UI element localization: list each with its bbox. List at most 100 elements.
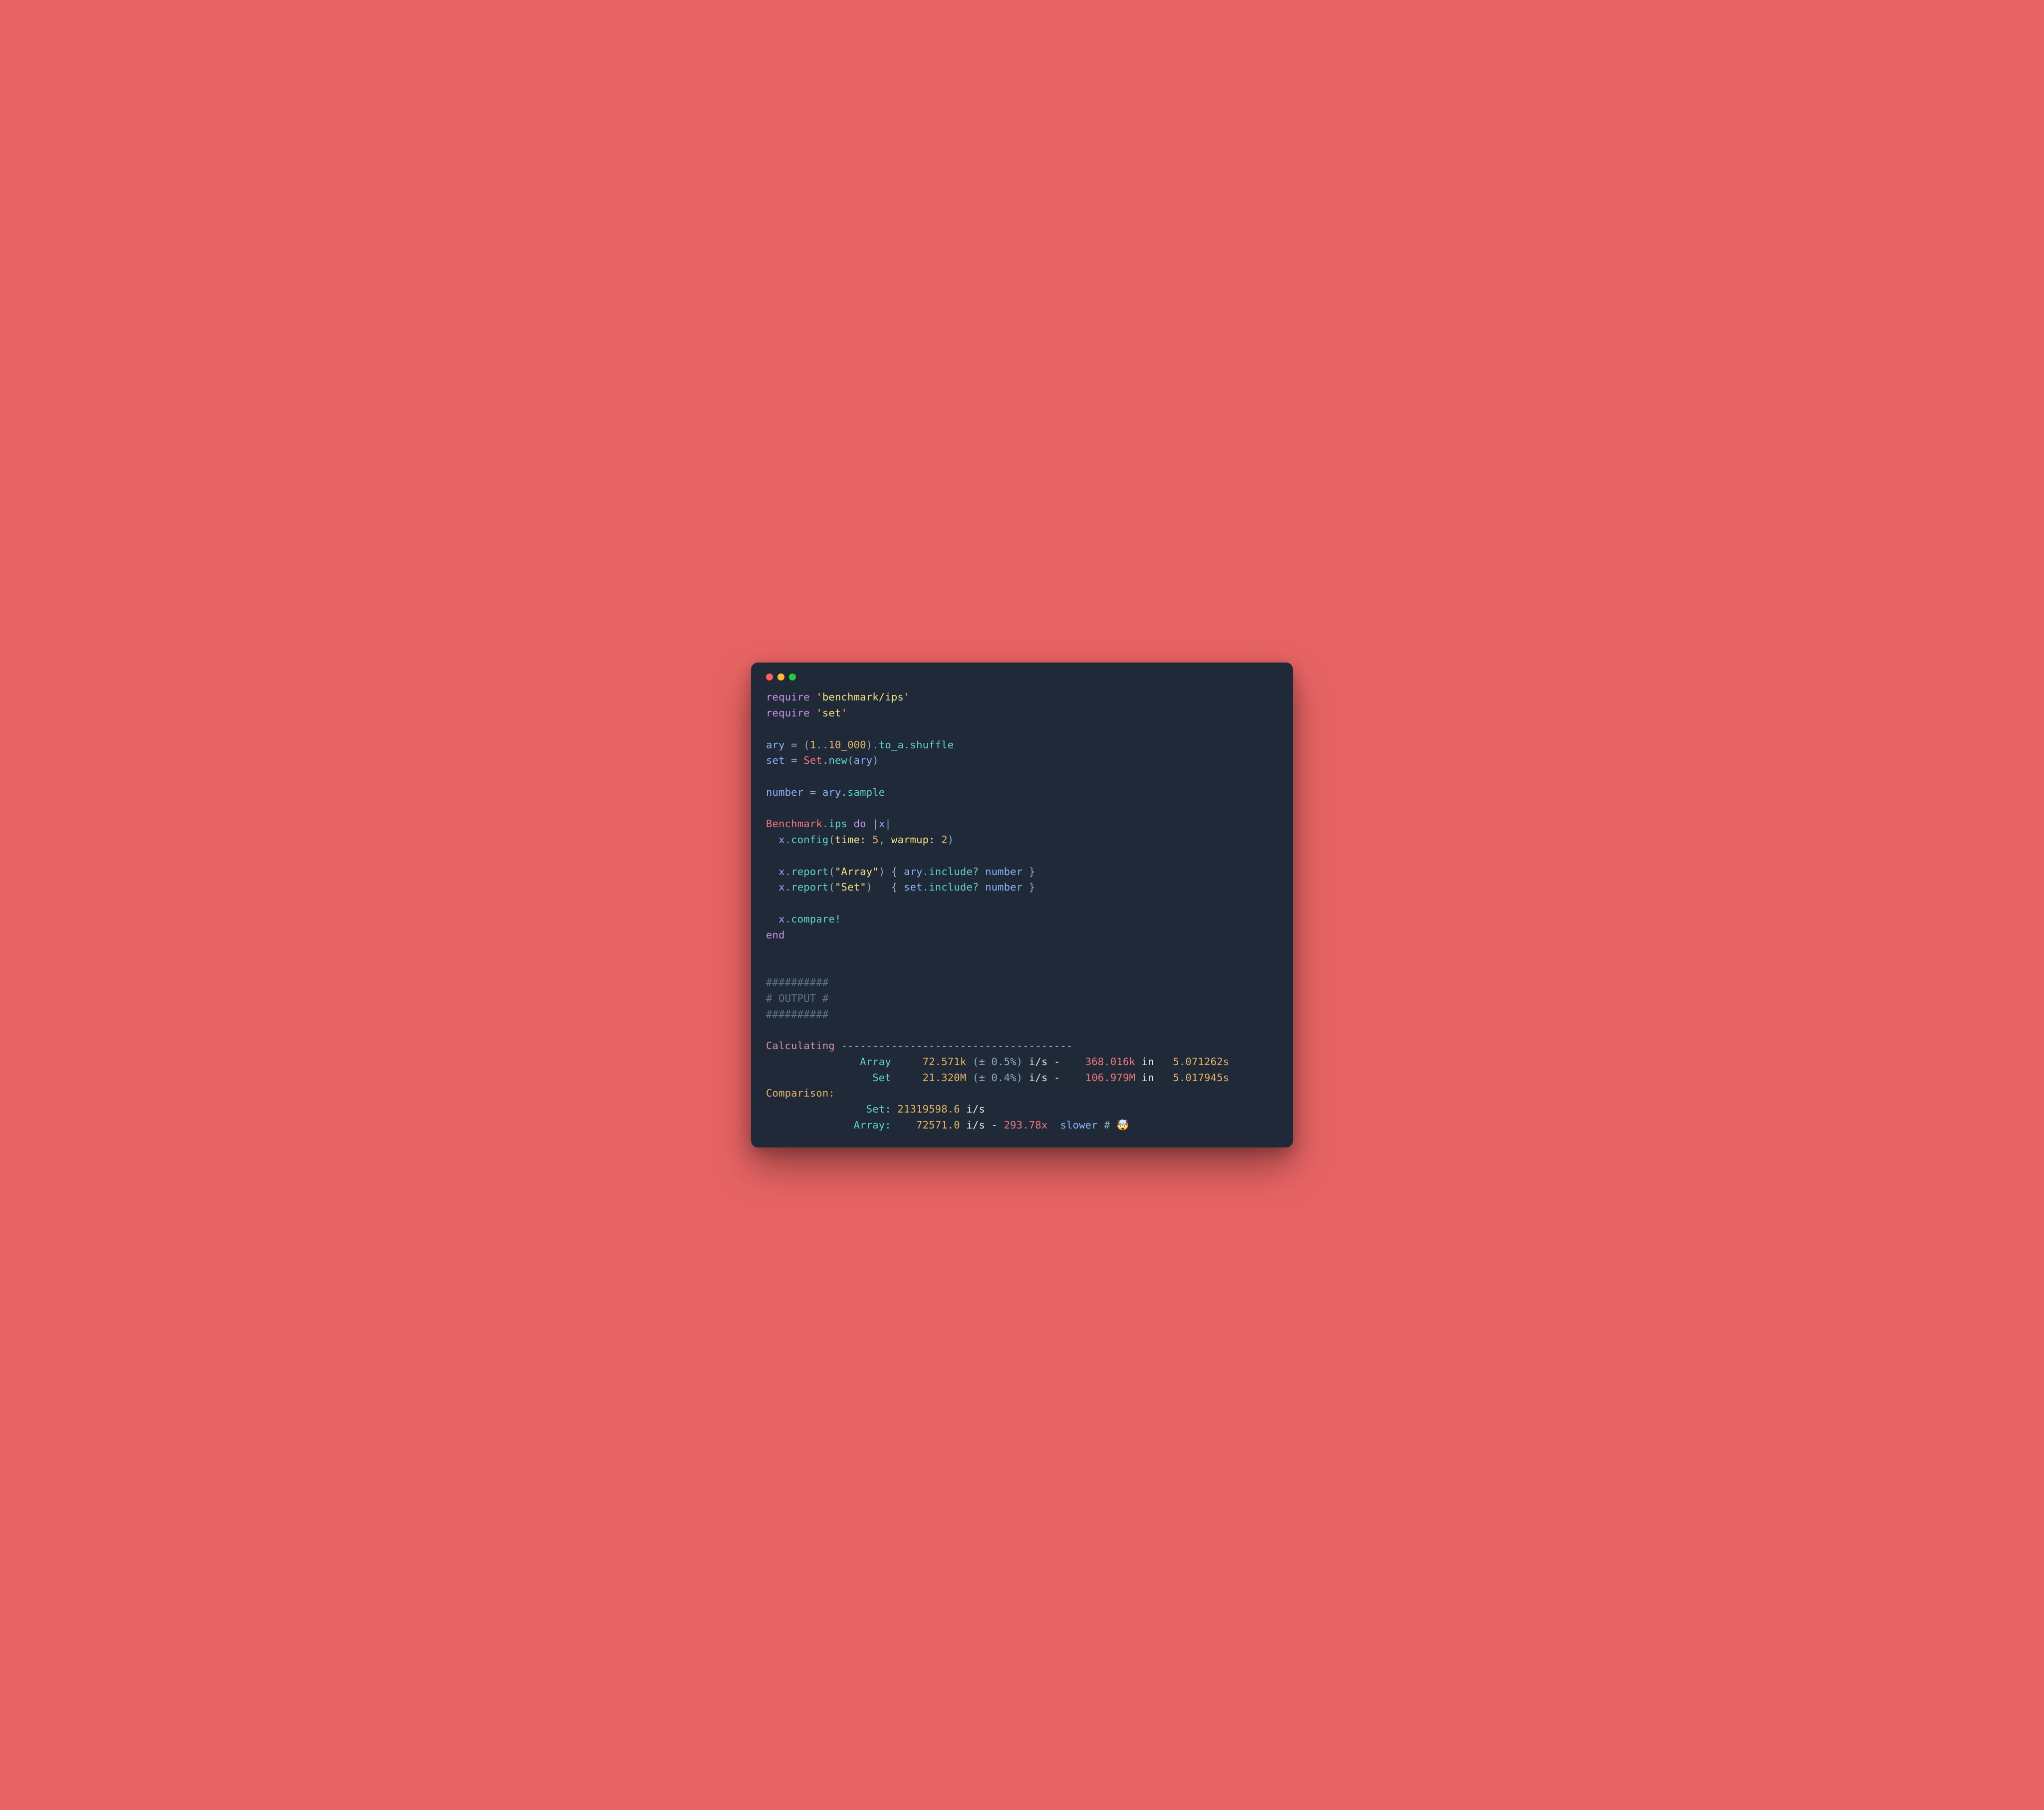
output-dashes: ------------------------------------- — [835, 1040, 1073, 1052]
dot: . — [841, 786, 848, 798]
output-hash: # — [1104, 1119, 1116, 1131]
string-delim: ' — [904, 691, 910, 703]
dot: . — [785, 834, 791, 846]
method-name: config — [791, 834, 828, 846]
dot: . — [872, 739, 879, 751]
output-unit: i/s - — [1022, 1056, 1060, 1068]
output-in: in — [1135, 1072, 1154, 1084]
paren-close: ) — [948, 834, 954, 846]
output-name: Array — [860, 1056, 891, 1068]
method-name: shuffle — [910, 739, 954, 751]
output-comparison-array: Array: 72571.0 i/s - 293.78x slower # 🤯 — [766, 1119, 1129, 1131]
output-comparison-set: Set: 21319598.6 i/s — [766, 1103, 985, 1115]
dot: . — [785, 881, 791, 893]
variable: x — [778, 834, 785, 846]
brace-open: { — [891, 866, 898, 878]
keyword-do: do — [854, 818, 866, 830]
method-name: new — [828, 754, 847, 766]
code-window: require 'benchmark/ips' require 'set' ar… — [751, 663, 1293, 1147]
output-rate: 72571.0 — [916, 1119, 960, 1131]
variable: x — [778, 913, 785, 925]
comment-line: ########## — [766, 1008, 828, 1020]
variable: number — [985, 866, 1022, 878]
output-iterations: 368.016k — [1085, 1056, 1135, 1068]
method-name: to_a — [879, 739, 904, 751]
variable: x — [778, 881, 785, 893]
block-pipe: | — [885, 818, 891, 830]
paren-open: ( — [828, 866, 835, 878]
code-line-7: x.config(time: 5, warmup: 2) — [766, 834, 954, 846]
comment-line: ########## — [766, 976, 828, 988]
brace-close: } — [1029, 866, 1035, 878]
method-name: compare! — [791, 913, 841, 925]
output-name: Array: — [854, 1119, 891, 1131]
output-rate: 72.571k — [923, 1056, 967, 1068]
comma: , — [879, 834, 885, 846]
comment-line: # OUTPUT # — [766, 992, 828, 1004]
code-block: require 'benchmark/ips' require 'set' ar… — [766, 689, 1278, 1133]
window-titlebar — [766, 674, 1278, 680]
output-rate: 21.320M — [923, 1072, 967, 1084]
brace-close: } — [1029, 881, 1035, 893]
code-line-2: require 'set' — [766, 707, 847, 719]
variable: number — [985, 881, 1022, 893]
output-name: Set — [872, 1072, 891, 1084]
block-pipe: | — [872, 818, 879, 830]
string-literal: set — [822, 707, 841, 719]
variable: ary — [822, 786, 841, 798]
code-line-11: end — [766, 929, 785, 941]
string-delim: ' — [816, 691, 822, 703]
output-slower: slower — [1047, 1119, 1104, 1131]
output-rate: 21319598.6 — [897, 1103, 960, 1115]
operator-equals: = — [810, 786, 816, 798]
paren-open: ( — [828, 881, 835, 893]
traffic-light-minimize-icon[interactable] — [777, 674, 784, 680]
code-line-10: x.compare! — [766, 913, 841, 925]
output-stddev: (± 0.4%) — [973, 1072, 1022, 1084]
code-line-8: x.report("Array") { ary.include? number … — [766, 866, 1035, 878]
string-literal: benchmark/ips — [822, 691, 904, 703]
traffic-light-close-icon[interactable] — [766, 674, 773, 680]
variable: ary — [854, 754, 873, 766]
paren-close: ) — [866, 739, 873, 751]
method-name: sample — [847, 786, 885, 798]
number-literal: 2 — [941, 834, 948, 846]
method-name: ips — [828, 818, 847, 830]
range-dots: .. — [816, 739, 828, 751]
output-row-array: Array 72.571k (± 0.5%) i/s - 368.016k in… — [766, 1056, 1229, 1068]
output-unit: i/s - — [1022, 1072, 1060, 1084]
method-name: report — [791, 866, 828, 878]
constant: Benchmark — [766, 818, 822, 830]
keyword-end: end — [766, 929, 785, 941]
brace-open: { — [891, 881, 898, 893]
variable: x — [879, 818, 885, 830]
output-iterations: 106.979M — [1085, 1072, 1135, 1084]
symbol: time: — [835, 834, 866, 846]
string-delim: " — [872, 866, 879, 878]
traffic-light-zoom-icon[interactable] — [789, 674, 796, 680]
string-literal: Set — [841, 881, 860, 893]
keyword-require: require — [766, 691, 810, 703]
code-line-6: Benchmark.ips do |x| — [766, 818, 891, 830]
code-line-4: set = Set.new(ary) — [766, 754, 879, 766]
code-line-5: number = ary.sample — [766, 786, 885, 798]
variable: ary — [766, 739, 785, 751]
dot: . — [923, 866, 929, 878]
variable: ary — [904, 866, 923, 878]
code-line-1: require 'benchmark/ips' — [766, 691, 910, 703]
string-delim: " — [835, 881, 841, 893]
output-row-set: Set 21.320M (± 0.4%) i/s - 106.979M in 5… — [766, 1072, 1229, 1084]
output-comparison-label: Comparison: — [766, 1087, 835, 1099]
dot: . — [923, 881, 929, 893]
image-frame: require 'benchmark/ips' require 'set' ar… — [730, 646, 1314, 1164]
code-line-9: x.report("Set") { set.include? number } — [766, 881, 1035, 893]
variable: number — [766, 786, 803, 798]
output-multiplier: 293.78x — [1004, 1119, 1048, 1131]
method-name: include? — [929, 881, 979, 893]
variable: x — [778, 866, 785, 878]
dot: . — [822, 818, 829, 830]
paren-close: ) — [872, 754, 879, 766]
dot: . — [785, 866, 791, 878]
code-line-3: ary = (1..10_000).to_a.shuffle — [766, 739, 954, 751]
output-time: 5.071262s — [1173, 1056, 1229, 1068]
